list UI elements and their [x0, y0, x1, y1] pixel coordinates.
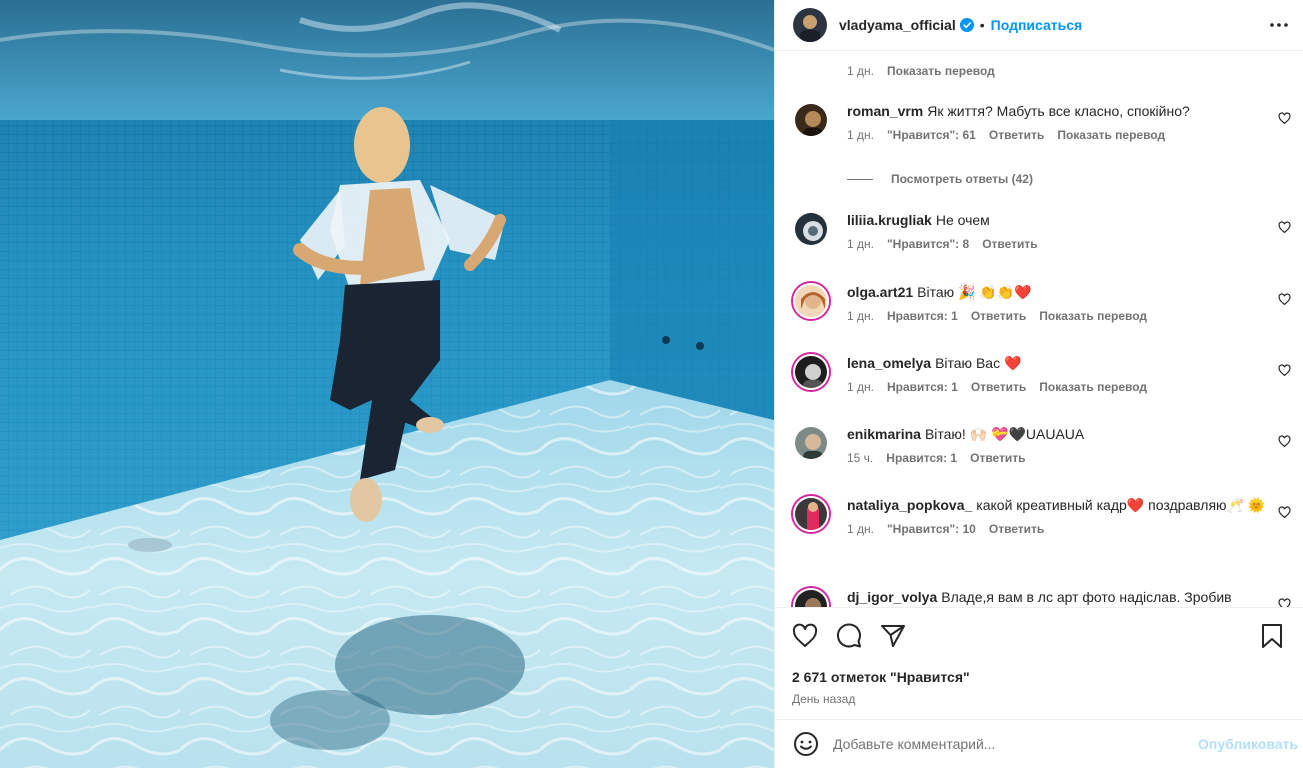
like-comment-heart-icon[interactable] — [1278, 435, 1291, 448]
reply-button[interactable]: Ответить — [989, 522, 1044, 536]
comment-text: Не очем — [935, 212, 990, 228]
comment-text: Владе,я вам в лс арт фото надіслав. Зроб… — [941, 589, 1232, 605]
comment-time: 1 дн. — [847, 128, 874, 142]
commenter-avatar[interactable] — [793, 102, 829, 138]
comment-body: nataliya_popkova_ какой креативный кадр❤️… — [847, 496, 1267, 536]
view-replies-button[interactable]: Посмотреть ответы (42) — [847, 172, 1033, 186]
comment-composer: Опубликовать — [775, 719, 1303, 768]
like-comment-heart-icon[interactable] — [1278, 364, 1291, 377]
comment-time: 1 дн. — [847, 64, 874, 78]
reply-button[interactable]: Ответить — [989, 128, 1044, 142]
comment-body: liliia.krugliak Не очем 1 дн. "Нравится":… — [847, 211, 1267, 251]
comment-likes[interactable]: "Нравится": 8 — [887, 237, 969, 251]
show-translation-link[interactable]: Показать перевод — [1039, 309, 1147, 323]
comment-body: olga.art21 Вітаю 🎉 👏👏❤️ 1 дн. Нравится: 1… — [847, 283, 1267, 323]
header-separator: • — [979, 17, 985, 33]
comment-time: 1 дн. — [847, 522, 874, 536]
comment-icon[interactable] — [835, 622, 863, 650]
comment-text: какой креативный кадр❤️ поздравляю🥂 🌞 — [976, 497, 1266, 513]
comment-time: 1 дн. — [847, 309, 874, 323]
commenter-username[interactable]: nataliya_popkova_ — [847, 497, 972, 513]
publish-button[interactable]: Опубликовать — [1198, 736, 1298, 752]
comment-text: Як життя? Мабуть все класно, спокійно? — [927, 103, 1190, 119]
commenter-avatar-story[interactable] — [793, 496, 829, 532]
like-comment-heart-icon[interactable] — [1278, 506, 1291, 519]
like-comment-heart-icon[interactable] — [1278, 112, 1291, 125]
post-date[interactable]: День назад — [792, 692, 855, 706]
comment-likes[interactable]: "Нравится": 10 — [887, 522, 976, 536]
comment-text: Вітаю 🎉 👏👏❤️ — [917, 284, 1032, 300]
commenter-username[interactable]: lena_omelya — [847, 355, 931, 371]
post-side-panel: vladyama_official • Подписаться 1 дн. По… — [774, 0, 1303, 768]
like-comment-heart-icon[interactable] — [1278, 598, 1291, 607]
heart-icon[interactable] — [791, 622, 819, 650]
author-username[interactable]: vladyama_official — [839, 17, 956, 33]
post-modal: vladyama_official • Подписаться 1 дн. По… — [0, 0, 1303, 768]
comments-list[interactable]: 1 дн. Показать перевод roman_vrm Як життя… — [775, 52, 1303, 607]
verified-badge-icon — [959, 18, 974, 32]
comment-meta: 1 дн. Нравится: 1 Ответить Показать пере… — [847, 380, 1267, 394]
likes-count[interactable]: 2 671 отметок "Нравится" — [792, 669, 970, 685]
comment-likes[interactable]: Нравится: 1 — [887, 380, 958, 394]
comment-meta: 1 дн. "Нравится": 10 Ответить — [847, 522, 1267, 536]
commenter-username[interactable]: liliia.krugliak — [847, 212, 932, 228]
comment-time: 1 дн. — [847, 237, 874, 251]
comment-likes[interactable]: Нравится: 1 — [886, 451, 957, 465]
comment-time: 1 дн. — [847, 380, 874, 394]
comment-input[interactable] — [833, 736, 1173, 752]
author-avatar[interactable] — [793, 8, 827, 42]
reply-button[interactable]: Ответить — [982, 237, 1037, 251]
commenter-username[interactable]: dj_igor_volya — [847, 589, 937, 605]
underwater-photo-illustration — [0, 0, 774, 768]
comment-text: Вітаю! 🙌🏻 💝🖤UAUAUA — [924, 426, 1085, 442]
post-photo[interactable] — [0, 0, 774, 768]
commenter-avatar-story[interactable] — [793, 283, 829, 319]
comment-meta: 15 ч. Нравится: 1 Ответить — [847, 451, 1267, 465]
comment-meta: 1 дн. "Нравится": 8 Ответить — [847, 237, 1267, 251]
show-translation-link[interactable]: Показать перевод — [887, 64, 995, 78]
comment-body: roman_vrm Як життя? Мабуть все класно, сп… — [847, 102, 1267, 142]
commenter-username[interactable]: olga.art21 — [847, 284, 913, 300]
emoji-icon[interactable] — [793, 731, 819, 757]
bookmark-icon[interactable] — [1258, 622, 1286, 650]
reply-button[interactable]: Ответить — [971, 309, 1026, 323]
show-translation-link[interactable]: Показать перевод — [1039, 380, 1147, 394]
view-replies-label: Посмотреть ответы (42) — [891, 172, 1033, 186]
more-options-icon[interactable] — [1268, 14, 1290, 36]
paper-plane-icon[interactable] — [879, 622, 907, 650]
commenter-avatar[interactable] — [793, 211, 829, 247]
comment-text: Вітаю Вас ❤️ — [935, 355, 1022, 371]
comment-body: enikmarina Вітаю! 🙌🏻 💝🖤UAUAUA 15 ч. Нрави… — [847, 425, 1267, 465]
comment-body: dj_igor_volya Владе,я вам в лс арт фото н… — [847, 588, 1267, 606]
like-comment-heart-icon[interactable] — [1278, 293, 1291, 306]
comment-meta: 1 дн. "Нравится": 61 Ответить Показать п… — [847, 128, 1267, 142]
show-translation-link[interactable]: Показать перевод — [1057, 128, 1165, 142]
previous-comment-meta: 1 дн. Показать перевод — [847, 64, 1008, 78]
comment-likes[interactable]: Нравится: 1 — [887, 309, 958, 323]
post-actions: 2 671 отметок "Нравится" День назад — [775, 607, 1303, 719]
comment-body: lena_omelya Вітаю Вас ❤️ 1 дн. Нравится: … — [847, 354, 1267, 394]
replies-divider — [847, 178, 873, 180]
commenter-avatar-story[interactable] — [793, 354, 829, 390]
commenter-username[interactable]: enikmarina — [847, 426, 921, 442]
like-comment-heart-icon[interactable] — [1278, 221, 1291, 234]
follow-button[interactable]: Подписаться — [991, 17, 1083, 33]
post-header: vladyama_official • Подписаться — [775, 0, 1303, 51]
commenter-avatar-story[interactable] — [793, 588, 829, 607]
reply-button[interactable]: Ответить — [971, 380, 1026, 394]
reply-button[interactable]: Ответить — [970, 451, 1025, 465]
comment-likes[interactable]: "Нравится": 61 — [887, 128, 976, 142]
comment-meta: 1 дн. Нравится: 1 Ответить Показать пере… — [847, 309, 1267, 323]
commenter-avatar[interactable] — [793, 425, 829, 461]
comment-time: 15 ч. — [847, 451, 874, 465]
commenter-username[interactable]: roman_vrm — [847, 103, 923, 119]
